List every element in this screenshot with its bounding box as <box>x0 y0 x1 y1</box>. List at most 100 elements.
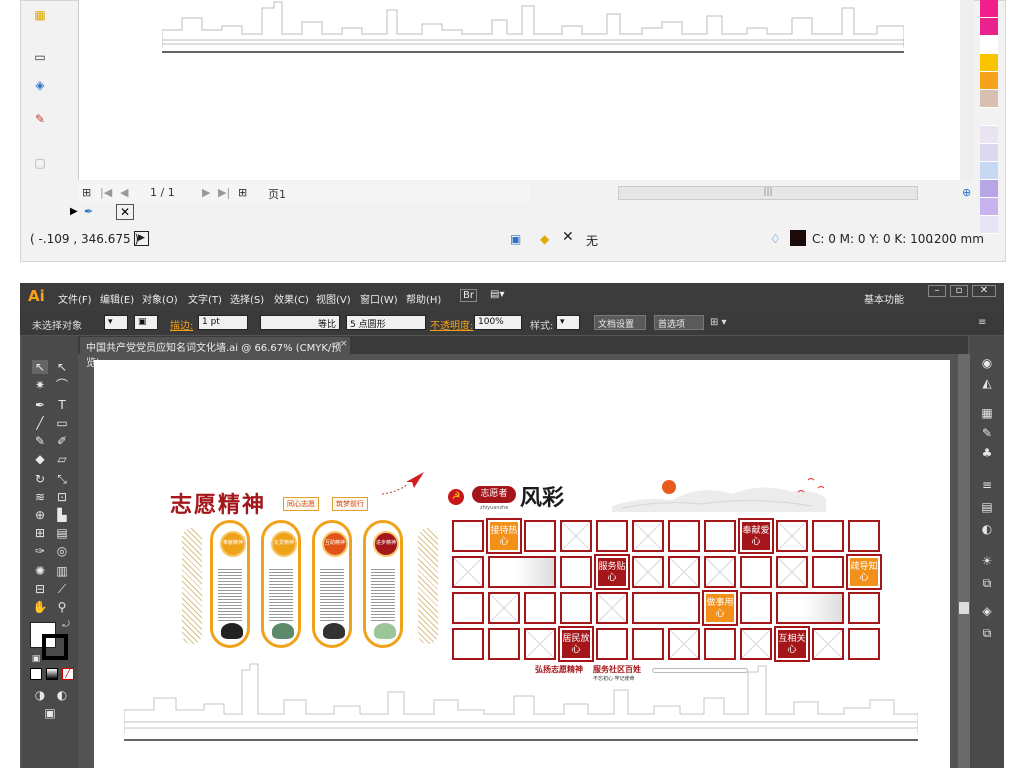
prev-page-icon[interactable]: ◀ <box>120 186 128 199</box>
color-panel-icon[interactable]: ◉ <box>978 356 996 372</box>
layer-tool-icon[interactable]: ▢ <box>32 156 48 170</box>
object-nav-icon[interactable]: ▶ <box>70 206 78 217</box>
vertical-scrollbar[interactable] <box>958 354 970 768</box>
workspace-switcher[interactable]: 基本功能 <box>864 291 904 306</box>
stroke-panel-icon[interactable]: ≡ <box>978 478 996 494</box>
top-horizontal-scrollbar[interactable]: ||| <box>618 186 918 200</box>
blob-brush-tool-icon[interactable]: ◆ <box>32 452 48 466</box>
color-guide-icon[interactable]: ◭ <box>978 376 996 392</box>
selection-tool-icon[interactable]: ↖ <box>32 360 48 374</box>
panel-menu-icon[interactable]: ≡ <box>978 317 986 328</box>
artboard-tool-icon[interactable]: ⊟ <box>32 582 48 596</box>
bridge-icon[interactable]: Br <box>460 289 477 302</box>
color-swatch[interactable] <box>980 126 998 144</box>
play-icon[interactable]: ▶ <box>134 231 149 246</box>
type-tool-icon[interactable]: T <box>54 398 70 412</box>
artboards-panel-icon[interactable]: ⧉ <box>978 626 996 642</box>
document-tab[interactable]: 中国共产党党员应知名词文化墙.ai @ 66.67% (CMYK/预览) <box>80 337 350 369</box>
symbol-sprayer-tool-icon[interactable]: ✺ <box>32 564 48 578</box>
gradient-tool-icon[interactable]: ▤ <box>54 526 70 540</box>
brushes-panel-icon[interactable]: ✎ <box>978 426 996 442</box>
no-fill-status-icon[interactable]: ✕ <box>562 229 574 245</box>
pick-tool-icon[interactable]: ✒ <box>84 205 93 218</box>
style-dropdown[interactable]: ▾ <box>556 315 580 330</box>
eraser-tool-icon[interactable]: ▱ <box>54 452 70 466</box>
paintbrush-tool-icon[interactable]: ✎ <box>32 434 48 448</box>
color-swatch[interactable] <box>980 54 998 72</box>
fill-bucket-icon[interactable]: ◆ <box>540 232 549 246</box>
draw-behind-icon[interactable]: ◐ <box>54 688 70 702</box>
menu-view[interactable]: 视图(V) <box>316 291 351 306</box>
color-swatch[interactable] <box>980 72 998 90</box>
opacity-field[interactable]: 100% <box>474 315 522 330</box>
stroke-color-box[interactable] <box>42 634 68 660</box>
width-tool-icon[interactable]: ≋ <box>32 490 48 504</box>
color-swatch[interactable] <box>980 162 998 180</box>
arrange-documents-icon[interactable]: ⊞ ▾ <box>710 317 727 328</box>
stroke-weight-field[interactable]: 1 pt <box>198 315 248 330</box>
close-icon[interactable]: ✕ <box>972 285 996 297</box>
no-fill-icon[interactable]: ✕ <box>116 204 134 220</box>
stroke-profile-dropdown[interactable]: 等比 <box>260 315 340 330</box>
appearance-panel-icon[interactable]: ☀ <box>978 554 996 570</box>
color-swatch[interactable] <box>980 180 998 198</box>
shape-builder-tool-icon[interactable]: ⊕ <box>32 508 48 522</box>
fill-color-dropdown[interactable]: ▾ <box>104 315 128 330</box>
blend-tool-icon[interactable]: ◈ <box>32 78 48 92</box>
menu-edit[interactable]: 编辑(E) <box>100 291 134 306</box>
zoom-icon[interactable]: ⊕ <box>962 186 971 199</box>
slice-tool-icon[interactable]: ⟋ <box>54 582 70 596</box>
color-swatch[interactable] <box>980 198 998 216</box>
menu-help[interactable]: 帮助(H) <box>406 291 441 306</box>
last-page-icon[interactable]: ▶| <box>218 186 230 199</box>
arrange-icon[interactable]: ▤▾ <box>490 289 504 300</box>
document-setup-button[interactable]: 文档设置 <box>594 315 646 330</box>
pen-tool-icon[interactable]: ✒ <box>32 398 48 412</box>
brush-dropdown[interactable]: 5 点圆形 <box>346 315 426 330</box>
menu-select[interactable]: 选择(S) <box>230 291 264 306</box>
next-page-icon[interactable]: ▶ <box>202 186 210 199</box>
none-mode-icon[interactable]: ╱ <box>62 668 74 680</box>
swatches-panel-icon[interactable]: ▦ <box>978 406 996 422</box>
line-tool-icon[interactable]: ╱ <box>32 416 48 430</box>
menu-file[interactable]: 文件(F) <box>58 291 92 306</box>
mesh-tool-icon[interactable]: ⊞ <box>32 526 48 540</box>
page-tab[interactable]: 页1 <box>268 186 286 202</box>
color-swatch[interactable] <box>980 90 998 108</box>
add-page-icon[interactable]: ⊞ <box>82 186 91 199</box>
menu-object[interactable]: 对象(O) <box>142 291 178 306</box>
pencil-tool-icon[interactable]: ✐ <box>54 434 70 448</box>
eyedropper-tool-icon[interactable]: ✑ <box>32 544 48 558</box>
rectangle-tool-icon[interactable]: ▭ <box>54 416 70 430</box>
perspective-grid-tool-icon[interactable]: ▙ <box>54 508 70 522</box>
menu-type[interactable]: 文字(T) <box>188 291 222 306</box>
minimize-icon[interactable]: – <box>928 285 946 297</box>
graphic-styles-panel-icon[interactable]: ⧉ <box>978 576 996 592</box>
gradient-mode-icon[interactable] <box>46 668 58 680</box>
eyedropper-tool-icon[interactable]: ✎ <box>32 112 48 126</box>
layers-panel-icon[interactable]: ◈ <box>978 604 996 620</box>
color-swatch[interactable] <box>980 0 998 18</box>
zoom-tool-icon[interactable]: ⚲ <box>54 600 70 614</box>
top-vertical-scrollbar[interactable] <box>960 0 974 180</box>
stroke-color-dropdown[interactable]: ▣ <box>134 315 158 330</box>
color-swatch[interactable] <box>980 36 998 54</box>
gradient-panel-icon[interactable]: ▤ <box>978 500 996 516</box>
symbols-panel-icon[interactable]: ♣ <box>978 446 996 462</box>
menu-effect[interactable]: 效果(C) <box>274 291 309 306</box>
pen-outline-icon[interactable]: ♢ <box>770 232 781 246</box>
free-transform-tool-icon[interactable]: ⊡ <box>54 490 70 504</box>
color-swatch[interactable] <box>980 144 998 162</box>
screen-mode-icon[interactable]: ▣ <box>42 706 58 720</box>
preferences-button[interactable]: 首选项 <box>654 315 704 330</box>
color-mode-icon[interactable] <box>30 668 42 680</box>
color-swatch[interactable] <box>980 18 998 36</box>
first-page-icon[interactable]: |◀ <box>100 186 112 199</box>
lasso-tool-icon[interactable]: ⌒ <box>54 378 70 392</box>
maximize-icon[interactable]: ▫ <box>950 285 968 297</box>
transparency-panel-icon[interactable]: ◐ <box>978 522 996 538</box>
column-graph-tool-icon[interactable]: ▥ <box>54 564 70 578</box>
swap-colors-icon[interactable]: ⤾ <box>58 618 74 632</box>
fill-properties-icon[interactable]: ▣ <box>510 232 521 246</box>
fill-tool-icon[interactable]: ▦ <box>32 8 48 22</box>
